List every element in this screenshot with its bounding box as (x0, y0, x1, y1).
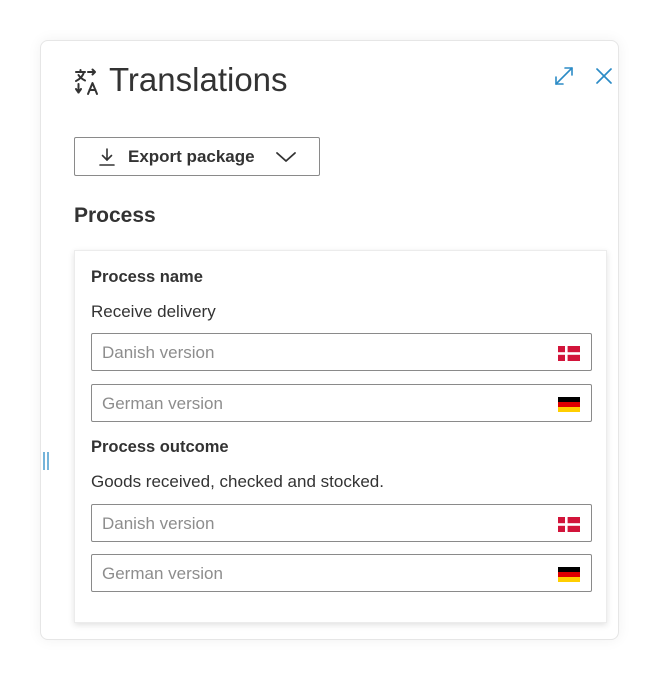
download-icon (99, 148, 115, 166)
process-name-value: Receive delivery (91, 302, 216, 321)
danish-version-placeholder: Danish version (102, 343, 215, 362)
section-title: Process (74, 204, 156, 227)
export-package-button[interactable]: Export package (74, 137, 320, 176)
process-name-danish-input[interactable]: Danish version (91, 333, 592, 371)
danish-version-placeholder: Danish version (102, 514, 215, 533)
panel-title: Translations (109, 61, 288, 98)
danish-flag-icon (558, 346, 580, 361)
danish-flag-icon (558, 517, 580, 532)
translate-icon (75, 68, 98, 95)
process-outcome-german-input[interactable]: German version (91, 554, 592, 592)
chevron-down-icon[interactable] (275, 150, 297, 164)
german-version-placeholder: German version (102, 564, 223, 583)
resize-handle-icon[interactable] (42, 451, 50, 471)
expand-icon[interactable] (553, 65, 575, 87)
process-outcome-value: Goods received, checked and stocked. (91, 472, 384, 491)
german-version-placeholder: German version (102, 394, 223, 413)
close-icon[interactable] (593, 65, 615, 87)
german-flag-icon (558, 397, 580, 412)
export-package-label: Export package (128, 147, 255, 166)
process-name-german-input[interactable]: German version (91, 384, 592, 422)
process-name-label: Process name (91, 268, 203, 286)
process-outcome-label: Process outcome (91, 438, 229, 456)
german-flag-icon (558, 567, 580, 582)
process-outcome-danish-input[interactable]: Danish version (91, 504, 592, 542)
translation-card: Process name Receive delivery Danish ver… (74, 250, 607, 623)
translations-panel: Translations Export package Process Proc… (40, 40, 619, 640)
